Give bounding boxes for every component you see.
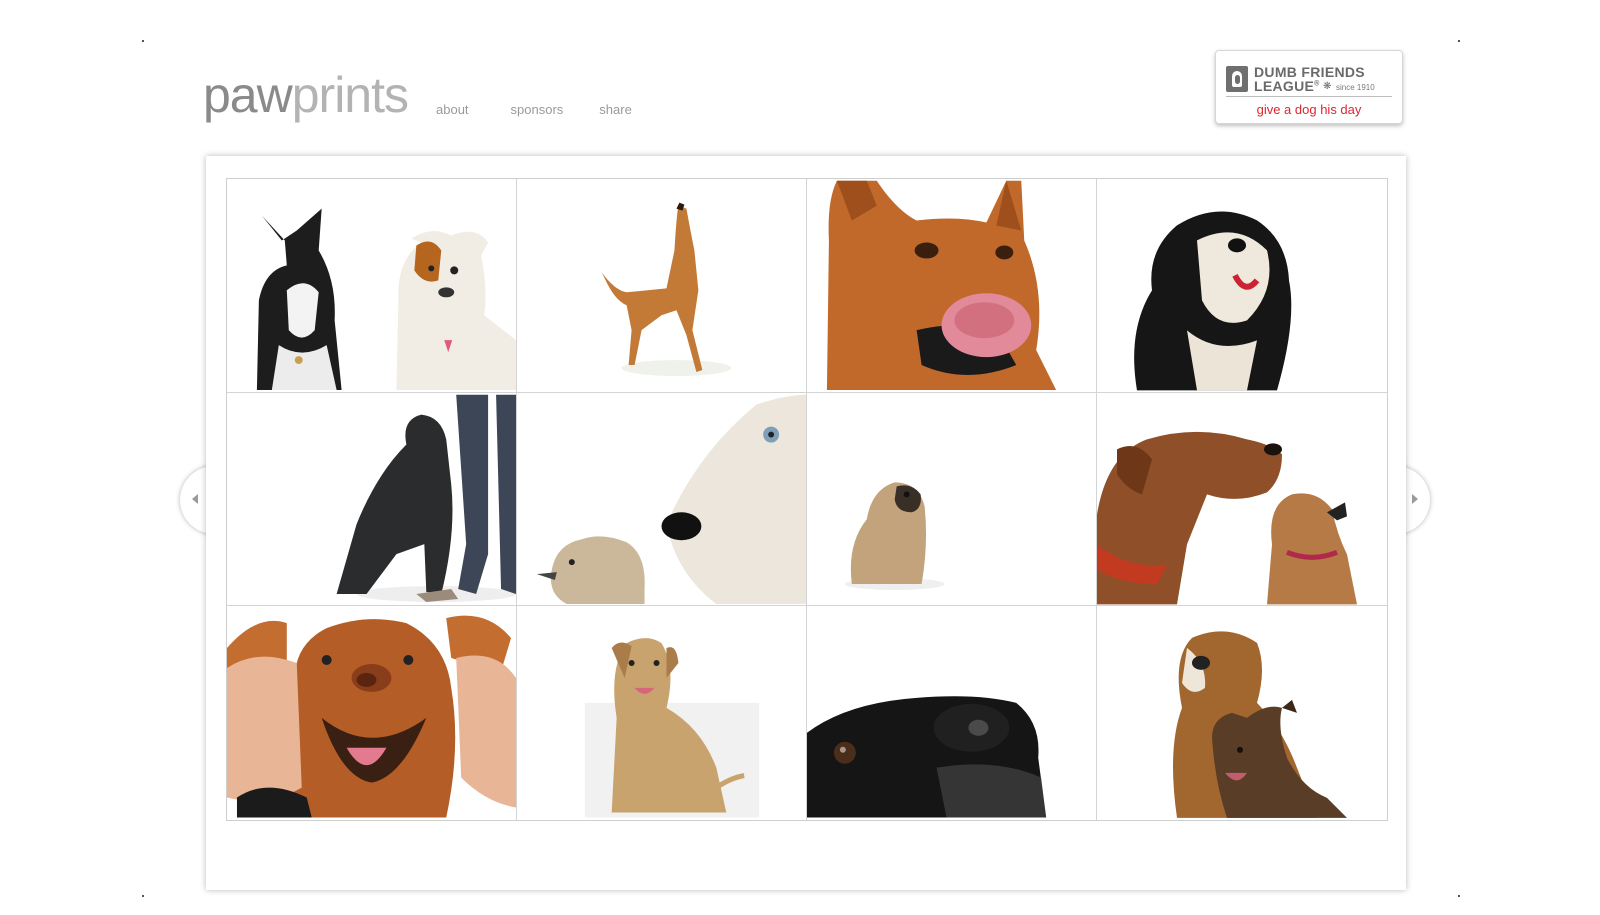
badge-trademark: ®	[1314, 80, 1320, 88]
dog-photo-4	[1097, 180, 1387, 391]
dog-photo-9	[227, 608, 516, 818]
dog-photo-7	[807, 394, 1096, 604]
main-nav: about sponsors share	[436, 102, 632, 117]
nav-about[interactable]: about	[436, 102, 469, 117]
dog-photo-6	[517, 394, 806, 604]
badge-divider	[1226, 96, 1392, 97]
corner-mark	[142, 895, 144, 897]
photo-tile-10[interactable]	[517, 606, 807, 820]
dog-photo-11	[807, 608, 1096, 818]
photo-gallery-frame	[206, 156, 1406, 890]
badge-tagline: give a dog his day	[1256, 102, 1362, 117]
dog-photo-5	[227, 394, 516, 604]
dog-photo-10	[517, 608, 806, 818]
photo-tile-7[interactable]	[807, 392, 1097, 607]
photo-tile-8[interactable]	[1097, 392, 1387, 607]
corner-mark	[142, 40, 144, 42]
photo-tile-3[interactable]	[807, 179, 1097, 393]
photo-tile-12[interactable]	[1097, 606, 1387, 820]
photo-grid	[226, 178, 1388, 821]
page: pawprints about sponsors share DUMB FRIE…	[0, 0, 1600, 915]
badge-since: since 1910	[1336, 83, 1375, 92]
photo-tile-1[interactable]	[227, 179, 517, 393]
paw-icon: ❋	[1323, 81, 1332, 92]
dog-photo-3	[807, 180, 1096, 390]
badge-org-line1: DUMB FRIENDS	[1254, 64, 1365, 80]
site-logo[interactable]: pawprints	[203, 67, 409, 123]
photo-tile-4[interactable]	[1097, 179, 1387, 393]
corner-mark	[1458, 895, 1460, 897]
corner-mark	[1458, 40, 1460, 42]
nav-share[interactable]: share	[599, 102, 632, 117]
nav-sponsors[interactable]: sponsors	[511, 102, 564, 117]
league-logo-icon	[1226, 66, 1248, 92]
photo-tile-2[interactable]	[517, 179, 807, 393]
photo-tile-9[interactable]	[227, 606, 517, 820]
logo-text-prints: prints	[291, 67, 409, 123]
badge-org-line2: LEAGUE®	[1254, 79, 1320, 93]
dog-photo-8	[1097, 393, 1387, 604]
logo-text-paw: paw	[203, 67, 293, 123]
photo-tile-6[interactable]	[517, 392, 807, 607]
photo-tile-11[interactable]	[807, 606, 1097, 820]
dumb-friends-league-badge[interactable]: DUMB FRIENDS LEAGUE® ❋ since 1910 give a…	[1215, 50, 1403, 124]
badge-org-line2-text: LEAGUE	[1254, 78, 1315, 94]
photo-tile-5[interactable]	[227, 392, 517, 607]
dog-photo-2	[517, 180, 806, 390]
arrow-left-icon	[192, 494, 198, 504]
arrow-right-icon	[1412, 494, 1418, 504]
dog-photo-1	[227, 180, 516, 390]
dog-photo-12	[1097, 608, 1387, 819]
